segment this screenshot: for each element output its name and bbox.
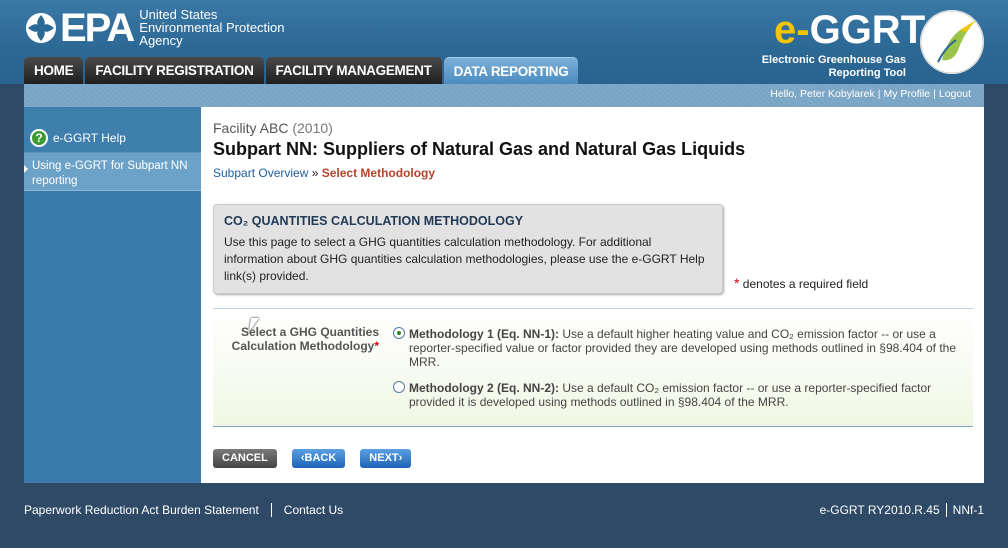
info-box-text: Use this page to select a GHG quantities… bbox=[224, 235, 705, 283]
facility-name: Facility ABC (2010) bbox=[213, 120, 333, 136]
info-box-title: CO₂ QUANTITIES CALCULATION METHODOLOGY bbox=[224, 214, 524, 228]
breadcrumb: Subpart Overview » Select Methodology bbox=[213, 166, 436, 180]
epa-logo[interactable]: EPA United States Environmental Protecti… bbox=[24, 5, 285, 50]
cancel-button[interactable]: CANCEL bbox=[213, 449, 277, 468]
paperwork-link[interactable]: Paperwork Reduction Act Burden Statement bbox=[24, 503, 265, 517]
agency-line-3: Agency bbox=[139, 33, 183, 48]
tab-facility-management[interactable]: FACILITY MANAGEMENT bbox=[265, 57, 442, 84]
required-asterisk-icon: * bbox=[374, 339, 379, 353]
page-title: Subpart NN: Suppliers of Natural Gas and… bbox=[213, 139, 746, 159]
methodology-2-radio[interactable] bbox=[393, 381, 405, 393]
eggrt-logo: e-GGRT Electronic Greenhouse Gas Reporti… bbox=[744, 8, 984, 80]
required-asterisk-icon: * bbox=[734, 275, 740, 291]
main-nav: HOME FACILITY REGISTRATION FACILITY MANA… bbox=[24, 57, 580, 84]
agency-name: United States Environmental Protection A… bbox=[139, 8, 284, 47]
methodology-1-radio[interactable] bbox=[393, 327, 405, 339]
help-icon: ? bbox=[30, 129, 48, 147]
eggrt-subtitle: Electronic Greenhouse Gas Reporting Tool bbox=[761, 54, 906, 79]
app-version: e-GGRT RY2010.R.45 bbox=[819, 503, 940, 517]
user-greeting: Hello, Peter Kobylarek bbox=[770, 88, 875, 100]
sidebar-help-label: e-GGRT Help bbox=[53, 131, 126, 145]
methodology-1-option[interactable]: Methodology 1 (Eq. NN-1): Use a default … bbox=[393, 327, 968, 369]
reporting-year: (2010) bbox=[292, 120, 333, 136]
methodology-1-title: Methodology 1 (Eq. NN-1): bbox=[409, 327, 559, 341]
back-button[interactable]: ‹BACK bbox=[291, 449, 346, 468]
required-note: * denotes a required field bbox=[734, 275, 869, 291]
tab-data-reporting[interactable]: DATA REPORTING bbox=[443, 57, 579, 84]
methodology-form: Select a GHG Quantities Calculation Meth… bbox=[213, 308, 973, 427]
tab-home[interactable]: HOME bbox=[24, 57, 84, 84]
epa-flower-icon bbox=[26, 12, 56, 43]
sidebar-help[interactable]: ? e-GGRT Help bbox=[24, 107, 201, 153]
contact-us-link[interactable]: Contact Us bbox=[284, 503, 349, 517]
content-area: Facility ABC (2010) Subpart NN: Supplier… bbox=[213, 120, 973, 468]
breadcrumb-subpart-overview[interactable]: Subpart Overview bbox=[213, 166, 308, 180]
eggrt-title: e-GGRT bbox=[774, 8, 926, 52]
site-header: EPA United States Environmental Protecti… bbox=[0, 0, 1008, 84]
user-bar: Hello, Peter Kobylarek | My Profile | Logout bbox=[24, 84, 984, 107]
methodology-info-box: CO₂ QUANTITIES CALCULATION METHODOLOGY U… bbox=[213, 204, 723, 294]
page-id: NNf-1 bbox=[952, 503, 984, 517]
breadcrumb-current: Select Methodology bbox=[321, 166, 436, 180]
sidebar-item-using-eggrt[interactable]: Using e-GGRT for Subpart NN reporting bbox=[24, 153, 201, 191]
main-frame: Hello, Peter Kobylarek | My Profile | Logout… bbox=[24, 84, 984, 483]
next-button[interactable]: NEXT› bbox=[360, 449, 412, 468]
sidebar: ? e-GGRT Help Using e-GGRT for Subpart N… bbox=[24, 107, 201, 483]
site-footer: Paperwork Reduction Act Burden Statement… bbox=[24, 503, 984, 517]
methodology-2-option[interactable]: Methodology 2 (Eq. NN-2): Use a default … bbox=[393, 381, 968, 409]
methodology-field-label: Select a GHG Quantities Calculation Meth… bbox=[231, 325, 379, 353]
action-buttons: CANCEL ‹BACK NEXT› bbox=[213, 449, 426, 468]
heron-icon bbox=[920, 10, 984, 74]
methodology-2-title: Methodology 2 (Eq. NN-2): bbox=[409, 381, 559, 395]
logout-link[interactable]: Logout bbox=[936, 88, 974, 100]
epa-wordmark: EPA bbox=[60, 5, 135, 50]
my-profile-link[interactable]: My Profile bbox=[880, 88, 933, 100]
tab-facility-registration[interactable]: FACILITY REGISTRATION bbox=[85, 57, 264, 84]
